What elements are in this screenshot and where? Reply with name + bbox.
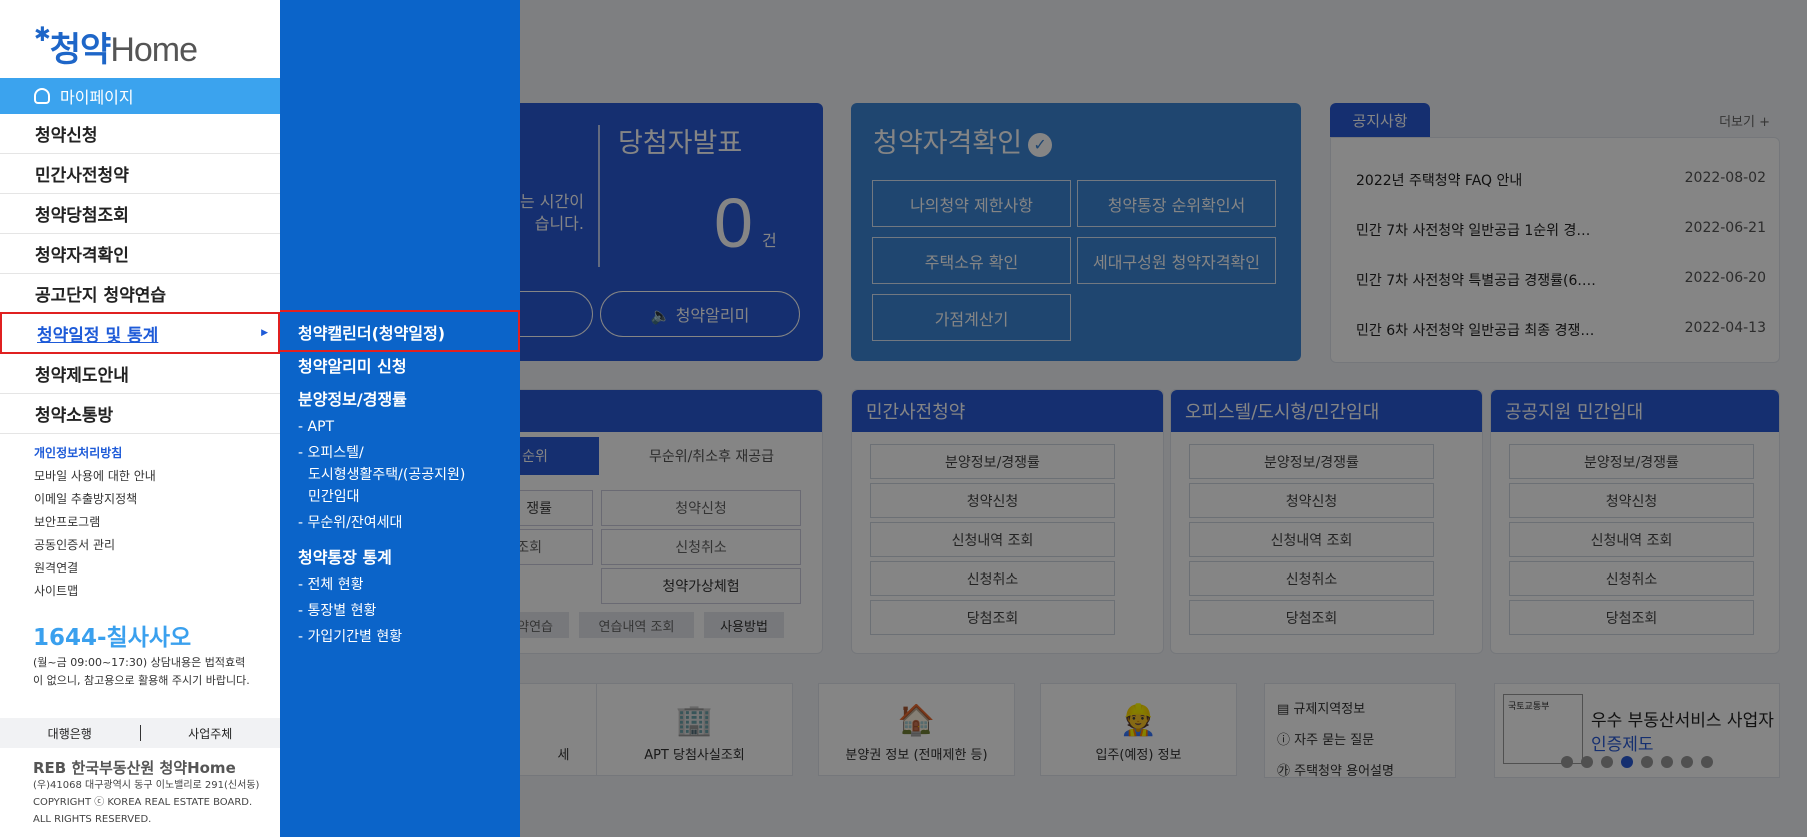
submenu-period-status[interactable]: - 가입기간별 현황	[298, 626, 402, 648]
privacy-policy-link[interactable]: 개인정보처리방침	[34, 444, 122, 461]
menu-item-practice[interactable]: 공고단지 청약연습	[0, 274, 280, 314]
submenu-account-status[interactable]: - 통장별 현황	[298, 600, 376, 622]
mobile-guide-link[interactable]: 모바일 사용에 대한 안내	[34, 467, 156, 484]
email-policy-link[interactable]: 이메일 추출방지정책	[34, 490, 137, 507]
menu-item-communication[interactable]: 청약소통방	[0, 394, 280, 434]
call-center-number: 1644-칠사사오	[33, 625, 192, 651]
site-logo[interactable]: ✱청약Home	[34, 22, 198, 71]
remote-connect-link[interactable]: 원격연결	[34, 559, 78, 576]
submenu-total-status[interactable]: - 전체 현황	[298, 574, 363, 596]
submenu-officetel[interactable]: - 오피스텔/도시형생활주택/(공공지원) 민간임대	[298, 442, 465, 508]
menu-item-private-presale[interactable]: 민간사전청약	[0, 154, 280, 194]
certificate-link[interactable]: 공동인증서 관리	[34, 536, 115, 553]
menu-item-system-guide[interactable]: 청약제도안내	[0, 354, 280, 394]
submenu-no-rank[interactable]: - 무순위/잔여세대	[298, 512, 402, 534]
star-icon: ✱	[34, 24, 51, 46]
submenu-apt[interactable]: - APT	[298, 416, 334, 438]
sitemap-link[interactable]: 사이트맵	[34, 582, 78, 599]
footer-copyright: COPYRIGHT ⓒ KOREA REAL ESTATE BOARD.	[33, 797, 253, 808]
security-program-link[interactable]: 보안프로그램	[34, 513, 100, 530]
footer-address: (우)41068 대구광역시 동구 이노밸리로 291(신서동)	[33, 780, 260, 791]
menu-item-apply[interactable]: 청약신청	[0, 114, 280, 154]
person-icon	[34, 88, 50, 104]
footer-rights: ALL RIGHTS RESERVED.	[33, 814, 152, 825]
submenu-alarm[interactable]: 청약알리미 신청	[298, 353, 407, 377]
footer-brand: REB 한국부동산원 청약Home	[33, 759, 236, 777]
mypage-link[interactable]: 마이페이지	[0, 78, 280, 114]
call-center-note: (월~금 09:00~17:30) 상담내용은 법적효력이 없으니, 참고용으로…	[33, 656, 250, 687]
business-entity-link[interactable]: 사업주체	[141, 725, 281, 742]
menu-item-qualification[interactable]: 청약자격확인	[0, 234, 280, 274]
bank-tabs: 대행은행 사업주체	[0, 718, 280, 748]
submenu-stats: 청약통장 통계	[298, 548, 392, 567]
menu-item-schedule-stats[interactable]: 청약일정 및 통계 ▶	[0, 312, 280, 354]
agent-bank-link[interactable]: 대행은행	[0, 725, 140, 742]
footer: REB 한국부동산원 청약Home (우)41068 대구광역시 동구 이노밸리…	[33, 760, 273, 828]
submenu-calendar[interactable]: 청약캘린더(청약일정)	[298, 320, 445, 344]
submenu-panel: 청약캘린더(청약일정) 청약알리미 신청 분양정보/경쟁률 - APT - 오피…	[280, 0, 520, 837]
submenu-sale-info: 분양정보/경쟁률	[298, 390, 407, 409]
side-menu: ✱청약Home 마이페이지 청약신청 민간사전청약 청약당첨조회 청약자격확인 …	[0, 0, 280, 837]
caret-right-icon: ▶	[261, 328, 268, 338]
menu-item-winner-check[interactable]: 청약당첨조회	[0, 194, 280, 234]
